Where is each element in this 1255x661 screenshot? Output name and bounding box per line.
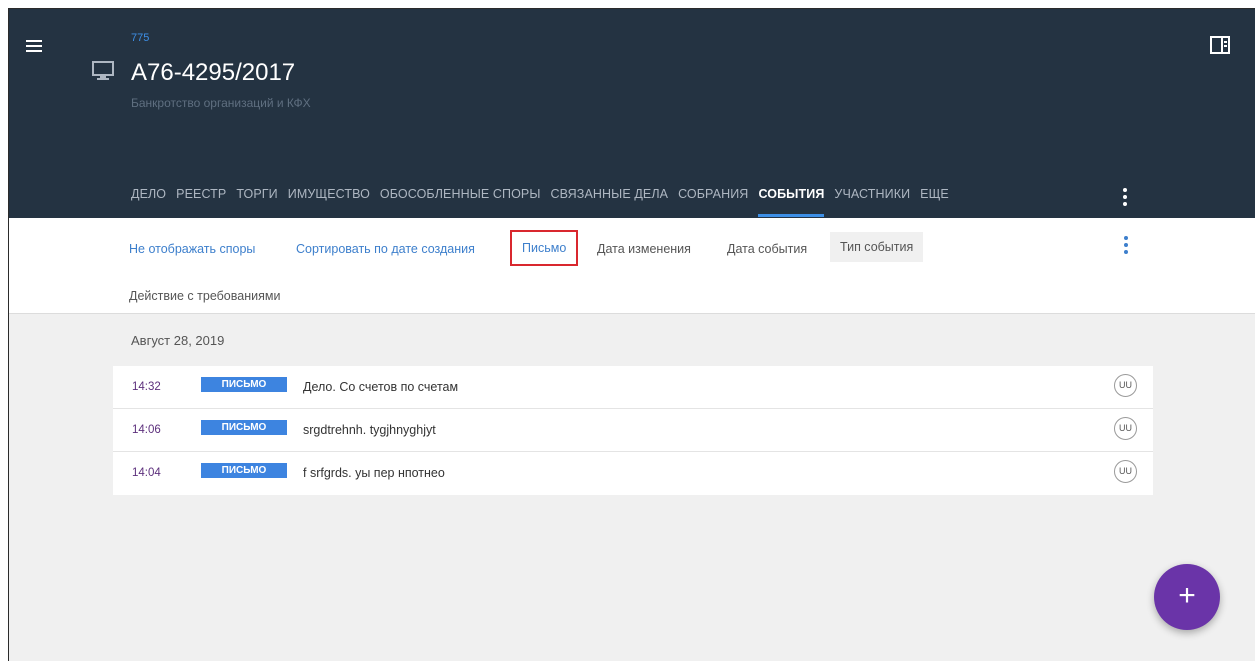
case-subtitle: Банкротство организаций и КФХ — [131, 96, 311, 110]
event-type-badge: ПИСЬМО — [201, 420, 287, 435]
tab-delo[interactable]: ДЕЛО — [131, 185, 166, 215]
event-time: 14:06 — [132, 424, 161, 436]
letter-filter-button[interactable]: Письмо — [510, 230, 579, 266]
event-type-badge: ПИСЬМО — [201, 463, 287, 478]
tab-bar: ДЕЛО РЕЕСТР ТОРГИ ИМУЩЕСТВО ОБОСОБЛЕННЫЕ… — [131, 185, 959, 217]
side-panel-icon[interactable] — [1210, 36, 1230, 54]
monitor-icon — [92, 61, 114, 80]
event-time: 14:32 — [132, 381, 161, 393]
tab-reestr[interactable]: РЕЕСТР — [176, 185, 226, 215]
event-row[interactable]: 14:32 ПИСЬМО Дело. Со счетов по счетам U… — [113, 366, 1153, 409]
tab-sobytiya[interactable]: СОБЫТИЯ — [758, 185, 825, 217]
tab-eshche[interactable]: ЕЩЕ — [920, 185, 949, 215]
date-changed-button[interactable]: Дата изменения — [597, 242, 691, 256]
case-number[interactable]: 775 — [131, 32, 149, 44]
tab-torgi[interactable]: ТОРГИ — [236, 185, 277, 215]
avatar[interactable]: UU — [1114, 460, 1137, 483]
add-event-button[interactable]: + — [1154, 564, 1220, 630]
menu-icon[interactable] — [24, 37, 46, 55]
event-row[interactable]: 14:06 ПИСЬМО srgdtrehnh. tygjhnyghjyt UU — [113, 409, 1153, 452]
event-time: 14:04 — [132, 467, 161, 479]
avatar[interactable]: UU — [1114, 417, 1137, 440]
event-title: Дело. Со счетов по счетам — [303, 380, 459, 394]
page-title: А76-4295/2017 — [131, 59, 296, 86]
date-group-header: Август 28, 2019 — [131, 333, 225, 348]
events-toolbar: Не отображать споры Сортировать по дате … — [9, 218, 1255, 314]
tab-sobraniya[interactable]: СОБРАНИЯ — [678, 185, 748, 215]
event-row[interactable]: 14:04 ПИСЬМО f srfgrds. уы пер нпотнео U… — [113, 452, 1153, 495]
app-window: 775 А76-4295/2017 Банкротство организаци… — [8, 8, 1255, 661]
avatar[interactable]: UU — [1114, 374, 1137, 397]
event-type-button[interactable]: Тип события — [830, 232, 924, 262]
tab-uchastniki[interactable]: УЧАСТНИКИ — [834, 185, 910, 215]
event-title: f srfgrds. уы пер нпотнео — [303, 466, 445, 480]
toolbar-more-vertical-icon[interactable] — [1119, 235, 1133, 255]
tab-imushchestvo[interactable]: ИМУЩЕСТВО — [288, 185, 370, 215]
more-vertical-icon[interactable] — [1117, 187, 1133, 207]
sort-by-created-button[interactable]: Сортировать по дате создания — [296, 242, 475, 256]
claims-action-button[interactable]: Действие с требованиями — [129, 289, 280, 303]
case-header: 775 А76-4295/2017 Банкротство организаци… — [9, 9, 1255, 218]
events-list: 14:32 ПИСЬМО Дело. Со счетов по счетам U… — [113, 366, 1153, 495]
tab-svyazannye-dela[interactable]: СВЯЗАННЫЕ ДЕЛА — [551, 185, 669, 215]
tab-obosoblennye-spory[interactable]: ОБОСОБЛЕННЫЕ СПОРЫ — [380, 185, 541, 215]
event-type-badge: ПИСЬМО — [201, 377, 287, 392]
date-event-button[interactable]: Дата события — [727, 242, 807, 256]
hide-disputes-button[interactable]: Не отображать споры — [129, 242, 255, 256]
event-title: srgdtrehnh. tygjhnyghjyt — [303, 423, 436, 437]
